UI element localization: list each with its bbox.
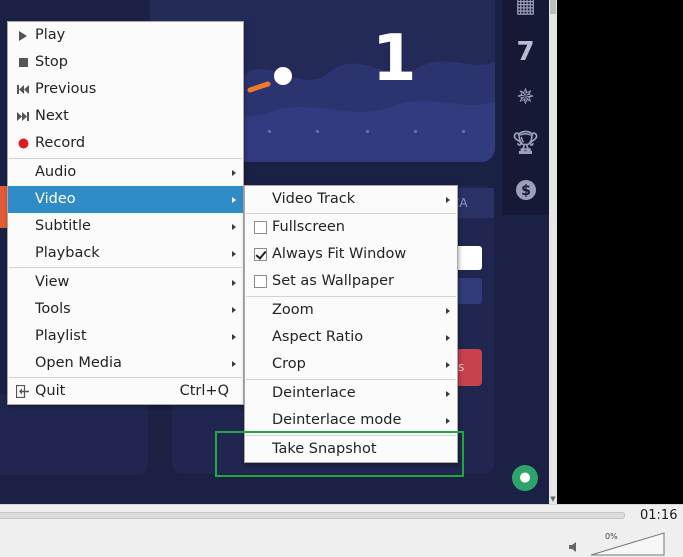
menu-item-label: Stop	[35, 54, 68, 70]
menu-item-label: Deinterlace	[272, 385, 356, 401]
menu-item-label: Always Fit Window	[272, 246, 407, 262]
menu-item-label: Previous	[35, 81, 97, 97]
submenu-arrow-icon	[232, 186, 238, 213]
dollar-icon: $	[502, 172, 549, 208]
menu-item-previous[interactable]: Previous	[8, 76, 243, 103]
menu-item-label: Record	[35, 135, 86, 151]
submenu-arrow-icon	[232, 213, 238, 240]
menu-item-tools[interactable]: Tools	[8, 296, 243, 323]
video-submenu: Video Track Fullscreen Always Fit Window…	[244, 185, 458, 463]
menu-item-view[interactable]: View	[8, 269, 243, 296]
submenu-arrow-icon	[232, 269, 238, 296]
submenu-arrow-icon	[446, 380, 452, 407]
menu-shortcut: Ctrl+Q	[179, 383, 229, 399]
menu-item-label: Playback	[35, 245, 100, 261]
submenu-arrow-icon	[446, 297, 452, 324]
quit-icon	[15, 378, 31, 405]
menu-item-label: Video Track	[272, 191, 356, 207]
menu-item-fullscreen[interactable]: Fullscreen	[245, 214, 457, 241]
menu-item-crop[interactable]: Crop	[245, 351, 457, 378]
menu-item-label: View	[35, 274, 70, 290]
menu-item-label: Crop	[272, 356, 306, 372]
previous-icon	[15, 76, 31, 103]
set-as-wallpaper-checkbox[interactable]	[253, 275, 267, 288]
player-controls: 01:16 0%	[0, 504, 683, 557]
menu-item-label: Set as Wallpaper	[272, 273, 394, 289]
wheel-icon: ✵	[516, 85, 535, 110]
menu-item-label: Zoom	[272, 302, 314, 318]
submenu-arrow-icon	[232, 350, 238, 377]
always-fit-window-checkbox[interactable]	[253, 248, 267, 261]
menu-item-stop[interactable]: Stop	[8, 49, 243, 76]
submenu-arrow-icon	[446, 407, 452, 434]
background-left-card	[0, 395, 148, 475]
menu-item-label: Quit	[35, 383, 66, 399]
menu-item-deinterlace-mode[interactable]: Deinterlace mode	[245, 407, 457, 434]
seek-bar[interactable]	[0, 512, 625, 519]
background-dots	[230, 130, 480, 134]
menu-item-record[interactable]: Record	[8, 130, 243, 157]
fullscreen-checkbox[interactable]	[253, 221, 267, 234]
background-chart-marker	[247, 67, 292, 93]
gift-icon: ▦	[515, 0, 536, 18]
menu-item-label: Playlist	[35, 328, 87, 344]
page-scrollbar[interactable]	[549, 0, 557, 504]
menu-item-playback[interactable]: Playback	[8, 240, 243, 267]
fit-window-checkbox-wrap	[252, 241, 268, 268]
menu-item-always-fit-window[interactable]: Always Fit Window	[245, 241, 457, 268]
menu-separator	[9, 267, 242, 268]
background-sidebar: ▦ 7 ✵ 🏆︎ $	[502, 0, 549, 215]
trophy-icon: 🏆︎	[511, 131, 540, 156]
page-scrollbar-thumb[interactable]	[550, 0, 556, 14]
menu-item-video-track[interactable]: Video Track	[245, 186, 457, 213]
play-icon	[15, 22, 31, 49]
menu-item-set-as-wallpaper[interactable]: Set as Wallpaper	[245, 268, 457, 295]
menu-item-subtitle[interactable]: Subtitle	[8, 213, 243, 240]
menu-item-quit[interactable]: Quit Ctrl+Q	[8, 378, 243, 405]
menu-item-label: Audio	[35, 164, 77, 180]
wallpaper-checkbox-wrap	[252, 268, 268, 295]
stop-icon	[15, 49, 31, 76]
menu-item-play[interactable]: Play	[8, 22, 243, 49]
menu-item-deinterlace[interactable]: Deinterlace	[245, 380, 457, 407]
menu-item-aspect-ratio[interactable]: Aspect Ratio	[245, 324, 457, 351]
volume-slider[interactable]	[590, 532, 665, 556]
menu-item-label: Video	[35, 191, 76, 207]
menu-item-label: Tools	[35, 301, 71, 317]
menu-item-label: Aspect Ratio	[272, 329, 364, 345]
menu-item-zoom[interactable]: Zoom	[245, 297, 457, 324]
fullscreen-checkbox-wrap	[252, 214, 268, 241]
volume-icon[interactable]	[568, 541, 580, 553]
main-context-menu: Play Stop Previous Next Record Audio Vid…	[7, 21, 244, 405]
submenu-arrow-icon	[232, 240, 238, 267]
menu-item-video[interactable]: Video	[8, 186, 243, 213]
record-icon	[15, 130, 31, 157]
submenu-arrow-icon	[232, 323, 238, 350]
seven-icon: 7	[516, 37, 535, 67]
highlight-box	[215, 431, 464, 477]
menu-item-open-media[interactable]: Open Media	[8, 350, 243, 377]
menu-item-next[interactable]: Next	[8, 103, 243, 130]
menu-item-label: Fullscreen	[272, 219, 345, 235]
submenu-arrow-icon	[446, 186, 452, 213]
submenu-arrow-icon	[446, 351, 452, 378]
background-big-digit: 1	[372, 22, 417, 96]
menu-item-playlist[interactable]: Playlist	[8, 323, 243, 350]
menu-item-label: Subtitle	[35, 218, 91, 234]
menu-item-audio[interactable]: Audio	[8, 159, 243, 186]
submenu-arrow-icon	[232, 159, 238, 186]
scroll-down-arrow-icon[interactable]: ▼	[549, 494, 557, 504]
chat-icon: ●	[512, 465, 538, 491]
time-display: 01:16	[640, 508, 678, 523]
menu-item-label: Deinterlace mode	[272, 412, 402, 428]
menu-item-label: Play	[35, 27, 66, 43]
submenu-arrow-icon	[232, 296, 238, 323]
svg-text:$: $	[521, 183, 531, 199]
submenu-arrow-icon	[446, 324, 452, 351]
menu-item-label: Open Media	[35, 355, 122, 371]
menu-item-label: Next	[35, 108, 69, 124]
next-icon	[15, 103, 31, 130]
volume-label: 0%	[605, 532, 618, 541]
